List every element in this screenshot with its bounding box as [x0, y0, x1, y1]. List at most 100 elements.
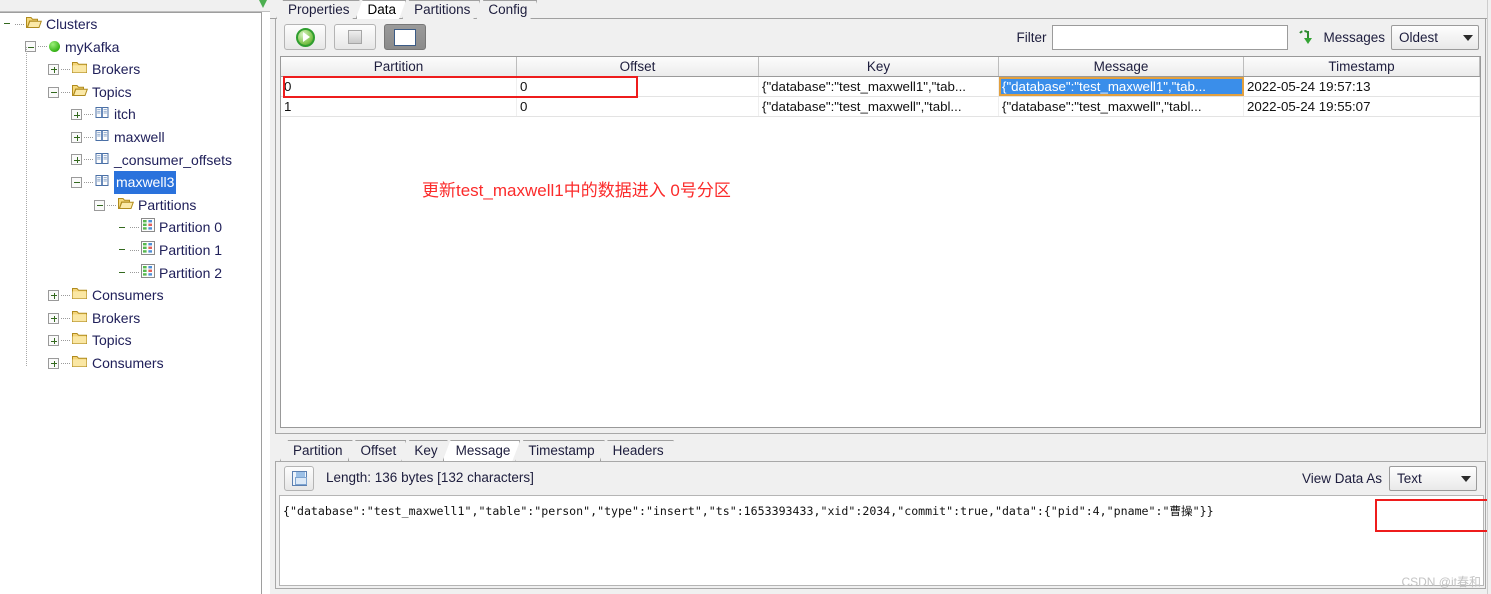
view-data-as-select[interactable]: Text	[1389, 466, 1477, 491]
tree-item-partition-0[interactable]: Partition 0	[0, 216, 261, 239]
expand-icon[interactable]	[48, 312, 59, 324]
expand-icon[interactable]	[71, 131, 82, 143]
tree-item-consumers[interactable]: Consumers	[0, 284, 261, 307]
detail-tab-message[interactable]: Message	[443, 440, 521, 461]
partition-icon	[141, 239, 155, 262]
expand-icon[interactable]	[71, 154, 82, 166]
column-header-key[interactable]: Key	[759, 57, 999, 76]
folder-icon	[72, 329, 88, 352]
tree-connector	[130, 227, 139, 229]
cell-key[interactable]: {"database":"test_maxwell1","tab...	[759, 77, 999, 96]
tab-label: Partitions	[414, 2, 471, 17]
collapse-icon[interactable]	[48, 86, 59, 98]
tab-data[interactable]: Data	[356, 0, 407, 19]
tree-item-label: maxwell3	[114, 171, 177, 194]
tree-item-partitions[interactable]: Partitions	[0, 194, 261, 217]
column-header-timestamp[interactable]: Timestamp	[1244, 57, 1480, 76]
tree-item-brokers[interactable]: Brokers	[0, 58, 261, 81]
tab-config[interactable]: Config	[476, 0, 537, 19]
filter-input[interactable]	[1052, 25, 1289, 50]
tree-spacer	[117, 222, 128, 233]
view-data-as-value: Text	[1397, 471, 1422, 486]
tree-item-label: Partitions	[138, 196, 197, 213]
tree-item-label: Topics	[92, 83, 132, 100]
stop-consume-button[interactable]	[334, 24, 376, 50]
detail-tab-timestamp[interactable]: Timestamp	[515, 440, 604, 461]
message-content-area[interactable]: {"database":"test_maxwell1","table":"per…	[279, 495, 1484, 586]
cell-timestamp[interactable]: 2022-05-24 19:57:13	[1244, 77, 1480, 96]
tree-item-partition-1[interactable]: Partition 1	[0, 239, 261, 262]
detail-tab-offset[interactable]: Offset	[348, 440, 407, 461]
topic-icon	[95, 126, 110, 149]
cell-offset[interactable]: 0	[517, 77, 759, 96]
collapse-icon[interactable]	[94, 199, 105, 211]
topic-icon	[95, 171, 110, 194]
cluster-tree[interactable]: Clusters myKafka Brokers Topics itch maxwell _…	[0, 12, 262, 594]
tree-item-mykafka[interactable]: myKafka	[0, 36, 261, 59]
cell-partition[interactable]: 0	[281, 77, 517, 96]
topic-tabs[interactable]: Properties Data Partitions Config	[276, 0, 533, 19]
tree-item-consumer-offsets[interactable]: _consumer_offsets	[0, 149, 261, 172]
messages-grid[interactable]: Partition Offset Key Message Timestamp 0 0 {"d…	[280, 56, 1481, 428]
tree-item-brokers[interactable]: Brokers	[0, 307, 261, 330]
cell-message[interactable]: {"database":"test_maxwell","tabl...	[999, 97, 1244, 116]
cell-timestamp[interactable]: 2022-05-24 19:55:07	[1244, 97, 1480, 116]
cell-message[interactable]: {"database":"test_maxwell1","tab...	[999, 77, 1244, 96]
partition-icon	[141, 262, 155, 285]
detail-tab-key[interactable]: Key	[401, 440, 447, 461]
refresh-down-icon[interactable]	[1295, 29, 1315, 46]
tree-item-partition-2[interactable]: Partition 2	[0, 262, 261, 285]
column-header-message[interactable]: Message	[999, 57, 1244, 76]
column-header-offset[interactable]: Offset	[517, 57, 759, 76]
data-panel: Filter Messages Oldest Partition Offset …	[275, 19, 1486, 434]
cell-offset[interactable]: 0	[517, 97, 759, 116]
topic-icon	[95, 103, 110, 126]
table-row[interactable]: 1 0 {"database":"test_maxwell","tabl... {"d…	[281, 97, 1480, 117]
detail-tab-headers[interactable]: Headers	[600, 440, 674, 461]
status-dot-icon	[49, 41, 60, 53]
tree-item-topics[interactable]: Topics	[0, 81, 261, 104]
messages-order-select[interactable]: Oldest	[1391, 25, 1479, 50]
table-row[interactable]: 0 0 {"database":"test_maxwell1","tab... {"d…	[281, 77, 1480, 97]
topic-detail-area: Properties Data Partitions Config Filter	[270, 0, 1491, 594]
expand-icon[interactable]	[48, 335, 59, 347]
tree-connector	[84, 136, 93, 138]
folder-icon	[72, 352, 88, 375]
kafka-tool-window: Clusters myKafka Brokers Topics itch maxwell _…	[0, 0, 1491, 594]
tree-item-consumers[interactable]: Consumers	[0, 352, 261, 375]
cell-partition[interactable]: 1	[281, 97, 517, 116]
tree-connector	[130, 249, 139, 251]
messages-grid-body[interactable]: 0 0 {"database":"test_maxwell1","tab... {"d…	[281, 76, 1480, 117]
collapse-icon[interactable]	[71, 176, 82, 188]
filter-controls: Filter Messages Oldest	[1016, 25, 1479, 50]
expand-icon[interactable]	[71, 109, 82, 121]
tree-item-clusters[interactable]: Clusters	[0, 13, 261, 36]
save-button[interactable]	[284, 466, 314, 491]
message-detail-tabs[interactable]: Partition Offset Key Message Timestamp Header…	[280, 440, 669, 461]
start-consume-button[interactable]	[284, 24, 326, 50]
expand-icon[interactable]	[48, 63, 59, 75]
tree-item-maxwell[interactable]: maxwell	[0, 126, 261, 149]
tab-label: Config	[488, 2, 528, 17]
form-view-button[interactable]	[384, 24, 426, 50]
tab-properties[interactable]: Properties	[276, 0, 360, 19]
tree-item-itch[interactable]: itch	[0, 103, 261, 126]
tree-connector	[130, 272, 139, 274]
tree-item-maxwell3[interactable]: maxwell3	[0, 171, 261, 194]
column-header-partition[interactable]: Partition	[281, 57, 517, 76]
tab-partitions[interactable]: Partitions	[402, 0, 480, 19]
expand-icon[interactable]	[48, 289, 59, 301]
detail-tab-partition[interactable]: Partition	[280, 440, 353, 461]
tree-connector	[61, 340, 70, 342]
tree-item-topics[interactable]: Topics	[0, 329, 261, 352]
floppy-disk-icon	[291, 471, 307, 486]
tree-connector	[84, 159, 93, 161]
expand-icon[interactable]	[48, 357, 59, 369]
cell-key[interactable]: {"database":"test_maxwell","tabl...	[759, 97, 999, 116]
view-data-as-label: View Data As	[1301, 471, 1382, 486]
